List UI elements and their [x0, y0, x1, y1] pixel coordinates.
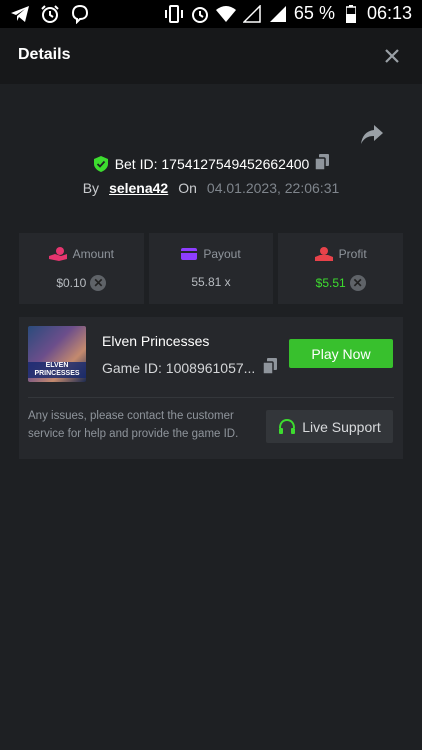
- battery-icon: [341, 4, 361, 24]
- alarm-icon-right: [190, 4, 210, 24]
- vibrate-icon: [164, 4, 184, 24]
- bet-id: Bet ID: 1754127549452662400: [114, 155, 310, 172]
- stat-payout-value-row: 55.81 x: [149, 275, 274, 289]
- status-right-icons: 65 % 06:13: [164, 3, 412, 24]
- wifi-icon: [215, 4, 236, 24]
- details-header: Details: [0, 28, 422, 84]
- stat-payout: Payout 55.81 x: [148, 233, 274, 304]
- by-label: By: [82, 180, 100, 196]
- signal-empty-icon: [242, 4, 262, 24]
- headset-icon: [279, 418, 296, 434]
- status-left-icons: [10, 4, 90, 24]
- stat-amount-header: Amount: [19, 247, 144, 261]
- live-support-button[interactable]: Live Support: [266, 410, 393, 443]
- game-id-row: Game ID: 1008961057...: [102, 358, 278, 377]
- card-icon: [181, 248, 198, 260]
- hand-coin-icon: [48, 247, 67, 261]
- stat-profit-label: Profit: [338, 247, 367, 261]
- stat-profit-header: Profit: [278, 247, 403, 261]
- bet-meta-row: By selena42 On 04.01.2023, 22:06:31: [0, 180, 422, 196]
- bet-date: 04.01.2023, 22:06:31: [206, 180, 340, 196]
- on-label: On: [178, 180, 197, 196]
- stat-amount: Amount $0.10 ✕: [19, 233, 144, 304]
- divider: [28, 397, 394, 398]
- bet-id-row: Bet ID: 1754127549452662400: [0, 154, 422, 173]
- clock: 06:13: [366, 3, 412, 23]
- stat-profit-value: $5.51: [315, 276, 346, 290]
- currency-x-icon: ✕: [90, 275, 107, 291]
- viber-icon: [70, 4, 90, 24]
- game-thumbnail-label: ELVEN PRINCESSES: [28, 362, 86, 378]
- bet-stats: Amount $0.10 ✕ Payout 55.81 x Profit $5.…: [19, 233, 404, 304]
- username-link[interactable]: selena42: [109, 180, 168, 196]
- status-bar: 65 % 06:13: [0, 0, 422, 28]
- support-note: Any issues, please contact the customer …: [28, 410, 239, 440]
- telegram-icon: [10, 4, 30, 24]
- page-title: Details: [18, 46, 71, 63]
- currency-x-icon: ✕: [349, 275, 366, 291]
- stat-payout-header: Payout: [149, 247, 274, 261]
- game-name: Elven Princesses: [102, 333, 210, 349]
- copy-game-id-button[interactable]: [262, 358, 278, 377]
- stat-profit: Profit $5.51 ✕: [278, 233, 404, 304]
- copy-icon: [262, 358, 278, 375]
- stat-profit-value-row: $5.51 ✕: [278, 275, 403, 291]
- signal-icon: [268, 4, 288, 24]
- stat-amount-label: Amount: [72, 247, 115, 261]
- stat-amount-value: $0.10: [56, 276, 87, 290]
- battery-percent: 65 %: [293, 3, 335, 23]
- game-card: ELVEN PRINCESSES Elven Princesses Game I…: [19, 317, 403, 459]
- play-now-button[interactable]: Play Now: [289, 339, 393, 368]
- profit-hand-icon: [314, 247, 333, 261]
- copy-icon: [314, 154, 330, 171]
- close-icon: [385, 49, 399, 63]
- copy-bet-id-button[interactable]: [314, 154, 330, 173]
- stat-payout-value: 55.81 x: [191, 275, 231, 289]
- stat-payout-label: Payout: [203, 247, 241, 261]
- stat-amount-value-row: $0.10 ✕: [19, 275, 144, 291]
- close-button[interactable]: [380, 44, 404, 68]
- shield-check-icon: [93, 155, 108, 172]
- share-icon: [361, 125, 383, 144]
- alarm-icon: [40, 4, 60, 24]
- game-id: Game ID: 1008961057...: [102, 359, 256, 376]
- game-thumbnail[interactable]: ELVEN PRINCESSES: [28, 326, 86, 382]
- live-support-label: Live Support: [302, 418, 381, 435]
- share-button[interactable]: [360, 124, 384, 146]
